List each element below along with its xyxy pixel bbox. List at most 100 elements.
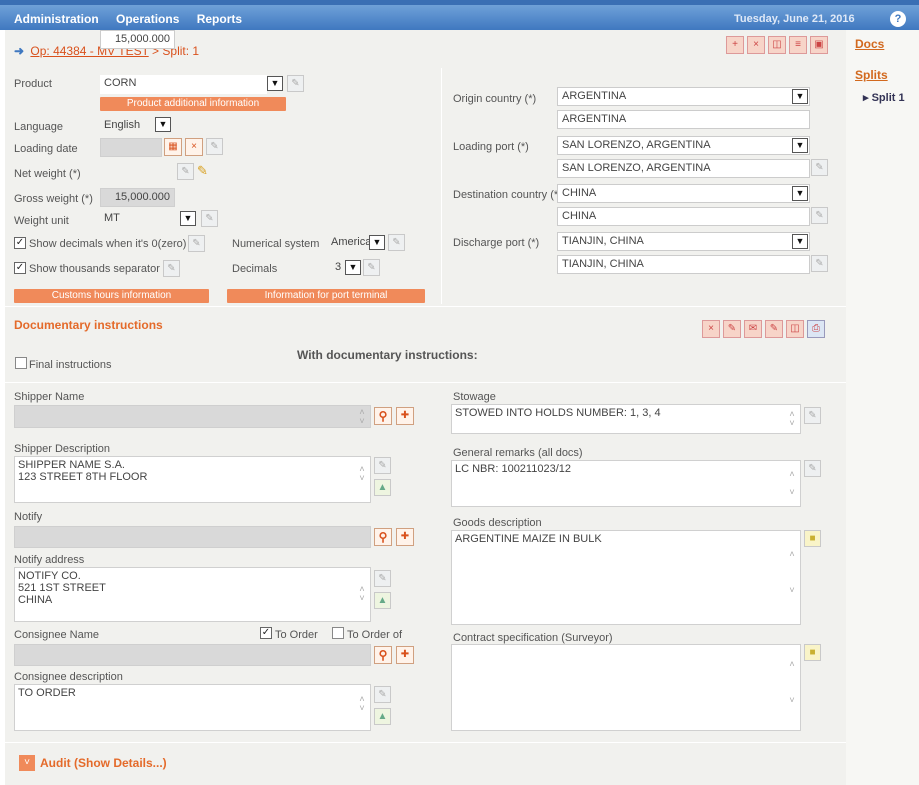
net-weight-edit-icon[interactable]: ✎ bbox=[177, 163, 194, 180]
shipper-description-edit-icon[interactable]: ✎ bbox=[374, 457, 391, 474]
menu-administration[interactable]: Administration bbox=[14, 12, 99, 26]
shipper-description-image-icon[interactable]: ▲ bbox=[374, 479, 391, 496]
copy-doc-icon[interactable]: ◫ bbox=[786, 320, 804, 338]
net-weight-input[interactable]: 15,000.000 bbox=[100, 30, 175, 49]
origin-country-label: Origin country (*) bbox=[453, 93, 537, 105]
discharge-port-select[interactable]: TIANJIN, CHINA bbox=[557, 232, 810, 251]
language-select[interactable]: English bbox=[100, 117, 155, 136]
show-thousands-edit-icon[interactable]: ✎ bbox=[163, 260, 180, 277]
notify-address-image-icon[interactable]: ▲ bbox=[374, 592, 391, 609]
language-dropdown-icon[interactable]: ▼ bbox=[155, 117, 171, 132]
product-edit-icon[interactable]: ✎ bbox=[287, 75, 304, 92]
loading-date-input[interactable] bbox=[100, 138, 162, 157]
goods-description-textarea[interactable]: ARGENTINE MAIZE IN BULK bbox=[451, 530, 801, 625]
weight-unit-select[interactable]: MT bbox=[100, 210, 180, 229]
destination-country-dropdown-icon[interactable]: ▼ bbox=[792, 186, 808, 201]
decimals-select[interactable]: 3 bbox=[335, 259, 345, 278]
caret-right-icon: ▸ bbox=[863, 92, 869, 104]
loading-port-select[interactable]: SAN LORENZO, ARGENTINA bbox=[557, 136, 810, 155]
show-decimals-label: Show decimals when it's 0(zero) bbox=[29, 238, 187, 250]
product-dropdown-icon[interactable]: ▼ bbox=[267, 76, 283, 91]
to-order-of-checkbox[interactable] bbox=[332, 627, 344, 639]
consignee-description-textarea[interactable]: TO ORDER bbox=[14, 684, 371, 731]
pencil-icon[interactable]: ✎ bbox=[197, 163, 214, 180]
scroll-arrows-icon: ˄ ˅ bbox=[359, 584, 365, 603]
loading-date-label: Loading date bbox=[14, 143, 78, 155]
notify-address-edit-icon[interactable]: ✎ bbox=[374, 570, 391, 587]
product-additional-info-button[interactable]: Product additional information bbox=[100, 97, 286, 111]
contract-specification-note-icon[interactable]: ■ bbox=[804, 644, 821, 661]
destination-country-edit-icon[interactable]: ✎ bbox=[811, 207, 828, 224]
numerical-system-select[interactable]: American bbox=[331, 234, 369, 253]
calendar-icon[interactable]: ▦ bbox=[164, 138, 182, 156]
menu-operations[interactable]: Operations bbox=[116, 12, 179, 26]
audit-toggle[interactable]: Audit (Show Details...) bbox=[40, 756, 167, 770]
loading-date-edit-icon[interactable]: ✎ bbox=[206, 138, 223, 155]
docs-link[interactable]: Docs bbox=[855, 37, 884, 51]
shipper-description-textarea[interactable]: SHIPPER NAME S.A. 123 STREET 8TH FLOOR bbox=[14, 456, 371, 503]
notify-doc-icon[interactable]: ✚ bbox=[396, 528, 414, 546]
discharge-port-edit-icon[interactable]: ✎ bbox=[811, 255, 828, 272]
main-panel: ➜ Op: 44384 - MV TEST > Split: 1 + × ◫ ≡… bbox=[5, 30, 846, 785]
weight-unit-edit-icon[interactable]: ✎ bbox=[201, 210, 218, 227]
final-instructions-checkbox[interactable] bbox=[15, 357, 27, 369]
split-item[interactable]: ▸ Split 1 bbox=[863, 91, 905, 104]
product-select[interactable]: CORN bbox=[100, 75, 267, 94]
expand-icon[interactable]: ˅ bbox=[19, 755, 35, 771]
show-decimals-checkbox[interactable]: ✓ bbox=[14, 237, 26, 249]
top-navigation-bar: Administration Operations Reports Tuesda… bbox=[0, 0, 919, 30]
customs-hours-button[interactable]: Customs hours information bbox=[14, 289, 209, 303]
destination-country-select[interactable]: CHINA bbox=[557, 184, 810, 203]
numerical-system-edit-icon[interactable]: ✎ bbox=[388, 234, 405, 251]
splits-link[interactable]: Splits bbox=[855, 68, 888, 82]
loading-port-edit-icon[interactable]: ✎ bbox=[811, 159, 828, 176]
consignee-doc-icon[interactable]: ✚ bbox=[396, 646, 414, 664]
shipper-search-icon[interactable]: ⚲ bbox=[374, 407, 392, 425]
scroll-arrows-icon: ˄ ˅ bbox=[789, 659, 795, 705]
stowage-edit-icon[interactable]: ✎ bbox=[804, 407, 821, 424]
shipper-doc-icon[interactable]: ✚ bbox=[396, 407, 414, 425]
consignee-name-input[interactable] bbox=[14, 644, 371, 666]
calendar-clear-icon[interactable]: × bbox=[185, 138, 203, 156]
stowage-textarea[interactable]: STOWED INTO HOLDS NUMBER: 1, 3, 4 bbox=[451, 404, 801, 434]
consignee-description-edit-icon[interactable]: ✎ bbox=[374, 686, 391, 703]
copy-icon[interactable]: ◫ bbox=[768, 36, 786, 54]
doc-x-icon[interactable]: × bbox=[747, 36, 765, 54]
menu-reports[interactable]: Reports bbox=[197, 12, 242, 26]
list-icon[interactable]: ≡ bbox=[789, 36, 807, 54]
doc-delete-icon[interactable]: × bbox=[702, 320, 720, 338]
save-icon[interactable]: ▣ bbox=[810, 36, 828, 54]
show-thousands-checkbox[interactable]: ✓ bbox=[14, 262, 26, 274]
origin-country-dropdown-icon[interactable]: ▼ bbox=[792, 89, 808, 104]
consignee-description-image-icon[interactable]: ▲ bbox=[374, 708, 391, 725]
show-decimals-edit-icon[interactable]: ✎ bbox=[188, 235, 205, 252]
doc-pencil-icon[interactable]: ✎ bbox=[765, 320, 783, 338]
loading-port-text: SAN LORENZO, ARGENTINA bbox=[557, 159, 810, 178]
help-icon[interactable]: ? bbox=[890, 11, 906, 27]
notify-address-textarea[interactable]: NOTIFY CO. 521 1ST STREET CHINA bbox=[14, 567, 371, 622]
comment-icon[interactable]: ✉ bbox=[744, 320, 762, 338]
origin-country-select[interactable]: ARGENTINA bbox=[557, 87, 810, 106]
general-remarks-textarea[interactable]: LC NBR: 100211023/12 bbox=[451, 460, 801, 507]
decimals-edit-icon[interactable]: ✎ bbox=[363, 259, 380, 276]
port-terminal-button[interactable]: Information for port terminal bbox=[227, 289, 425, 303]
shipper-name-input[interactable] bbox=[14, 405, 371, 428]
weight-unit-dropdown-icon[interactable]: ▼ bbox=[180, 211, 196, 226]
add-doc-icon[interactable]: + bbox=[726, 36, 744, 54]
notify-input[interactable] bbox=[14, 526, 371, 548]
back-arrow-icon[interactable]: ➜ bbox=[14, 44, 24, 58]
numerical-system-dropdown-icon[interactable]: ▼ bbox=[369, 235, 385, 250]
section-separator-2 bbox=[5, 382, 846, 383]
gross-weight-input: 15,000.000 bbox=[100, 188, 175, 207]
notify-search-icon[interactable]: ⚲ bbox=[374, 528, 392, 546]
contract-specification-textarea[interactable] bbox=[451, 644, 801, 731]
print-icon[interactable]: ⎙ bbox=[807, 320, 825, 338]
goods-description-note-icon[interactable]: ■ bbox=[804, 530, 821, 547]
decimals-dropdown-icon[interactable]: ▼ bbox=[345, 260, 361, 275]
discharge-port-dropdown-icon[interactable]: ▼ bbox=[792, 234, 808, 249]
consignee-search-icon[interactable]: ⚲ bbox=[374, 646, 392, 664]
to-order-checkbox[interactable]: ✓ bbox=[260, 627, 272, 639]
doc-edit-icon[interactable]: ✎ bbox=[723, 320, 741, 338]
general-remarks-edit-icon[interactable]: ✎ bbox=[804, 460, 821, 477]
loading-port-dropdown-icon[interactable]: ▼ bbox=[792, 138, 808, 153]
